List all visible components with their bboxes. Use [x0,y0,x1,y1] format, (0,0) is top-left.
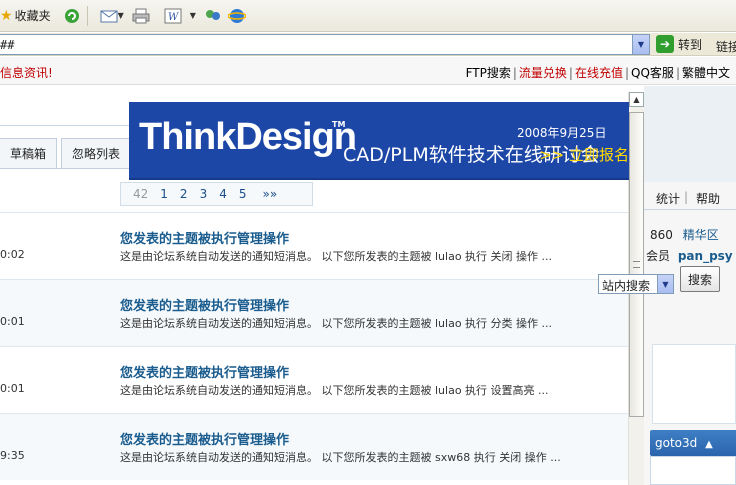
star-icon: ★ [0,7,13,24]
top-link-recharge[interactable]: 在线充值 [575,66,623,80]
page-total: 42 [133,187,149,201]
message-list: 0:02 您发表的主题被执行管理操作 这是由论坛系统自动发送的通知短消息。 以下… [0,212,628,480]
nav-help[interactable]: 帮助 [696,190,720,207]
mail-icon [100,10,118,22]
message-title[interactable]: 您发表的主题被执行管理操作 [120,429,289,448]
sidebar-header [644,86,736,182]
address-bar: ## ▼ ➔ 转到 链接 [0,33,736,56]
member-username[interactable]: pan_psy [678,249,733,263]
page-link[interactable]: 2 [180,187,188,201]
word-dropdown-icon[interactable]: ▼ [190,11,196,20]
banner-register-link[interactable]: >> 立即报名 [539,144,629,165]
top-link-qq[interactable]: QQ客服 [631,66,674,80]
tab-ignore-list[interactable]: 忽略列表 [61,138,132,168]
page-link[interactable]: 5 [239,187,247,201]
goto-header[interactable]: goto3d ▲ [650,430,736,456]
tab-drafts[interactable]: 草稿箱 [0,138,58,168]
address-value: ## [0,38,15,52]
message-snippet: 这是由论坛系统自动发送的通知短消息。 以下您所发表的主题被 lulao 执行 分… [120,317,553,330]
messenger-icon [205,9,220,20]
message-snippet: 这是由论坛系统自动发送的通知短消息。 以下您所发表的主题被 lulao 执行 关… [120,250,553,263]
member-line: 会员 pan_psy [644,247,733,264]
banner-trademark: TM [332,120,346,129]
digest-link[interactable]: 精华区 [683,228,719,242]
collapse-icon[interactable]: ▲ [705,439,713,450]
goto-list [650,456,736,485]
page-link[interactable]: 4 [219,187,227,201]
print-icon [132,8,150,23]
member-prefix: 会员 [646,249,671,263]
link-separator: | [512,66,517,80]
message-title[interactable]: 您发表的主题被执行管理操作 [120,362,289,381]
browser-window: ★ 收藏夹 ▼ W ▼ ## ▼ ➔ 转到 链接 信息资讯! FTP搜索 | 流… [0,0,736,485]
go-label: 转到 [678,37,703,52]
banner-date: 2008年9月25日 [517,126,607,140]
banner-brand: ThinkDesign [139,116,357,158]
top-links: FTP搜索 | 流量兑换 | 在线充值 | QQ客服 | 繁體中文 [466,64,730,81]
goto-label: goto3d [655,436,698,450]
search-scope-value: 站内搜索 [602,279,651,293]
links-toolbar-label[interactable]: 链接 [716,38,736,55]
page-next[interactable]: »» [262,187,277,201]
message-time: 0:01 [0,315,25,328]
toolbar-separator [86,5,88,26]
word-button[interactable]: W [162,5,184,27]
page-link[interactable]: 1 [160,187,168,201]
refresh-icon [64,8,79,23]
message-row: 9:35 您发表的主题被执行管理操作 这是由论坛系统自动发送的通知短消息。 以下… [0,413,628,480]
chevron-down-icon[interactable]: ▼ [657,275,673,293]
link-separator: | [624,66,630,80]
ad-banner[interactable]: ThinkDesign TM 2008年9月25日 CAD/PLM软件技术在线研… [129,102,629,180]
top-link-traffic[interactable]: 流量兑换 [519,66,567,80]
messenger-button[interactable] [202,5,224,27]
message-snippet: 这是由论坛系统自动发送的通知短消息。 以下您所发表的主题被 sxw68 执行 关… [120,451,561,464]
top-link-traditional[interactable]: 繁體中文 [682,66,730,80]
scroll-up-icon[interactable]: ▲ [629,92,644,107]
ie-icon [227,8,246,23]
mail-dropdown-icon[interactable]: ▼ [118,11,124,20]
search-scope-select[interactable]: 站内搜索 ▼ [598,274,674,294]
browser-toolbar: ★ 收藏夹 ▼ W ▼ [0,0,736,32]
mail-button[interactable] [98,5,120,27]
message-row: 0:01 您发表的主题被执行管理操作 这是由论坛系统自动发送的通知短消息。 以下… [0,346,628,413]
message-row: 0:02 您发表的主题被执行管理操作 这是由论坛系统自动发送的通知短消息。 以下… [0,212,628,279]
message-title[interactable]: 您发表的主题被执行管理操作 [120,228,289,247]
message-row: 0:01 您发表的主题被执行管理操作 这是由论坛系统自动发送的通知短消息。 以下… [0,279,628,346]
nav-stats[interactable]: 统计 [656,190,680,207]
address-dropdown-icon[interactable]: ▼ [632,35,649,54]
go-arrow-icon: ➔ [656,35,674,53]
favorites-button[interactable]: ★ 收藏夹 [0,4,55,28]
print-button[interactable] [130,5,152,27]
sidebar-box [652,344,736,424]
grip-icon [633,261,640,268]
svg-text:W: W [168,12,179,23]
ie-button[interactable] [226,5,248,27]
go-button[interactable]: ➔ 转到 [656,35,702,53]
site-top-bar: 信息资讯! FTP搜索 | 流量兑换 | 在线充值 | QQ客服 | 繁體中文 [0,57,736,85]
message-time: 9:35 [0,449,25,462]
sidebar-nav: 统计 | 帮助 [644,186,736,210]
message-time: 0:02 [0,248,25,261]
stats-line: 860 精华区 [644,226,719,243]
link-separator: | [675,66,680,80]
message-title[interactable]: 您发表的主题被执行管理操作 [120,295,289,314]
pagination: 42 1 2 3 4 5 »» [120,182,313,206]
nav-separator: | [684,190,689,204]
top-link-ftp[interactable]: FTP搜索 [466,66,511,80]
message-snippet: 这是由论坛系统自动发送的通知短消息。 以下您所发表的主题被 lulao 执行 设… [120,384,549,397]
address-input[interactable]: ## ▼ [0,34,650,55]
link-separator: | [568,66,573,80]
word-icon: W [164,8,182,23]
search-button[interactable]: 搜索 [680,266,720,292]
message-tabs: 草稿箱 忽略列表 [0,138,135,168]
favorites-label: 收藏夹 [14,9,51,23]
scroll-thumb[interactable] [629,112,644,417]
stats-number: 860 [650,228,673,242]
refresh-button[interactable] [61,5,83,27]
message-time: 0:01 [0,382,25,395]
news-ticker[interactable]: 信息资讯! [0,64,53,81]
page-link[interactable]: 3 [200,187,208,201]
